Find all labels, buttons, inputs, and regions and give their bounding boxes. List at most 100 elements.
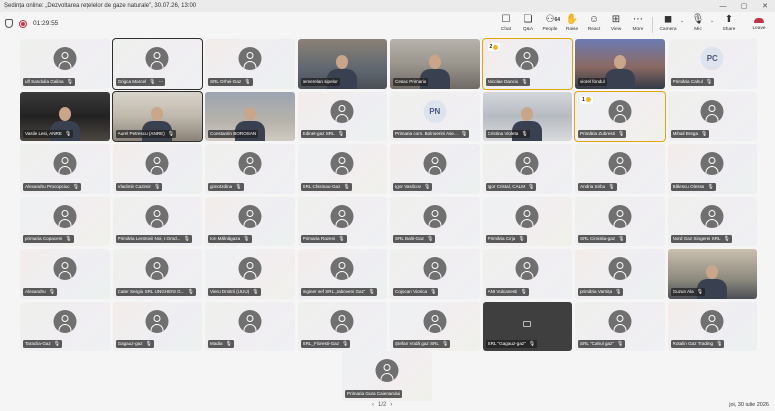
avatar [423,257,447,280]
page-indicator: 1/2 [378,402,387,408]
participant-tile[interactable]: ANI Vulcanesti 🎙 [482,249,572,299]
view-button[interactable]: ⊞ View [604,14,628,36]
react-button[interactable]: ☺ React [582,14,606,36]
participant-more-icon[interactable]: ··· [158,78,163,86]
mic-button[interactable]: 🎙 Mic [686,14,710,36]
participant-tile[interactable]: temerelan sipelor [297,39,387,89]
mic-muted-icon: 🎙 [528,183,535,190]
participant-tile[interactable]: Primaria Razeni 🎙 [297,196,387,246]
participant-tile[interactable]: SRL "Gagauz-gaz" 🎙 [482,301,572,351]
avatar [423,309,447,333]
participant-tile[interactable]: Grigca Marcel 🎙 ··· [111,38,203,90]
participant-tile[interactable]: Gagauz-gaz 🎙 [112,301,202,351]
participant-tile[interactable]: SRL "Cahul gaz" 🎙 [575,301,665,351]
participant-tile[interactable]: 1 Primăria Zubresti 🎙 [574,90,666,142]
participant-tile[interactable]: 2 Nicolae Danciu 🎙 [481,38,573,90]
avatar [330,99,354,123]
avatar [515,257,539,280]
participant-tile[interactable]: Constantin BOROSAN [205,91,295,141]
participant-tile[interactable]: SRL Orhei-Gaz 🎙 [205,39,295,89]
participant-tile[interactable]: Guzun Ala 🎙 [667,249,757,299]
participant-tile[interactable]: Vladimir Cazimir 🎙 [112,144,202,194]
prev-page-button[interactable]: ‹ [372,402,374,408]
participant-tile[interactable]: Andria Sirbu 🎙 [575,144,665,194]
participant-tile[interactable]: Aurel Petrescu (ANRE) 🎙 [111,90,203,142]
participant-tile[interactable]: Igor Cristal, CALM 🎙 [482,144,572,194]
restore-button[interactable]: ▢ [734,0,754,12]
participant-tile[interactable]: Nord Gaz Singerei SRL 🎙 [667,196,757,246]
participant-name: Alexandru [25,288,46,294]
leave-button[interactable]: Leave [747,14,771,36]
avatar [330,257,354,280]
chat-button[interactable]: ☐ Chat [494,14,518,36]
participant-tile[interactable]: Bălescu Olessa 🎙 [667,144,757,194]
participant-tile[interactable]: gimotzdina 🎙 [205,144,295,194]
participant-tile[interactable]: SRL Balti-Gaz 🎙 [390,196,480,246]
participant-tile[interactable]: ufl Sandulia Galina 🎙 [20,39,110,89]
more-label: More [632,27,644,32]
participant-tile[interactable]: SRL Chisinau-Gaz 🎙 [297,144,387,194]
participant-tile[interactable]: Cristina Violeta 🎙 [482,91,572,141]
share-button[interactable]: ⬆ Share [717,14,741,36]
mic-muted-icon: 🎙 [66,78,73,85]
participant-name: Cristina Violeta [487,131,519,136]
participant-tile[interactable]: primăria Varnița 🎙 [575,249,665,299]
camera-button[interactable]: ◼ Camera [656,14,680,36]
camera-options-chevron-down-icon[interactable]: ⌄ [680,18,684,24]
participant-tile[interactable]: Cesac Primaria [390,39,480,89]
participant-name-tag: Cesac Primaria [393,77,429,86]
mic-muted-icon: 🎙 [48,288,56,295]
mic-muted-icon: 🎙 [343,183,350,190]
participant-name-tag: Cater Sergiu SRL UNGHENI G... 🎙 [115,287,196,296]
participant-tile[interactable]: primaria Copaceni 🎙 [20,196,110,246]
participant-tile[interactable]: Vieru Dmitrii (UUU) 🎙 [205,249,295,299]
avatar [515,47,539,70]
raise-hand-button[interactable]: ✋ Raise [560,14,584,36]
participant-name-tag: Inginer sef SRL „Iaboveni Gaz” 🎙 [300,287,377,296]
participant-tile[interactable]: viorel fondul [575,39,665,89]
participant-tile[interactable]: SRL_Floresti-Gaz 🎙 [297,301,387,351]
participant-tile[interactable]: Primăria Lentrovii Noi, r.Orod... 🎙 [112,196,202,246]
qa-button[interactable]: ❏ Q&A [516,14,540,36]
participant-tile[interactable]: Edinet-gaz SRL 🎙 [297,91,387,141]
participant-tile[interactable]: Primăria Cirja 🎙 [482,196,572,246]
grid-view-icon: ⊞ [611,14,621,25]
participant-tile[interactable]: Ion Mălnăgaza 🎙 [205,196,295,246]
more-button[interactable]: ⋯ More [626,14,650,36]
participant-name-tag: Primaria Razeni 🎙 [300,235,347,243]
participant-tile[interactable]: Primaria Gura Caienarului [342,351,432,401]
participant-tile[interactable]: Taraclia-Gaz 🎙 [20,301,110,351]
participant-name-tag: SRL "Gagauz-gaz" 🎙 [485,340,538,348]
next-page-button[interactable]: › [390,402,392,408]
participant-tile[interactable]: Madia 🎙 [205,301,295,351]
date-display: joi, 30 iulie 2026 [729,402,769,408]
people-button[interactable]: ⚇ 64 People [538,14,562,36]
avatar [145,309,169,333]
participant-tile[interactable]: Mihail Brega 🎙 [667,91,757,141]
participant-tile[interactable]: Inginer sef SRL „Iaboveni Gaz” 🎙 [297,249,387,299]
participant-tile[interactable]: Cojocan Viorica 🎙 [390,249,480,299]
participant-tile[interactable]: Vasile Lesi, ANRE 🎙 [20,91,110,141]
participant-tile[interactable]: SRL Cimislia-gaz 🎙 [575,196,665,246]
participant-tile[interactable]: Rotalin Gaz Trading 🎙 [667,301,757,351]
participant-tile[interactable]: Ștefan Vodă gaz SRL 🎙 [390,301,480,351]
close-window-button[interactable]: ✕ [755,0,775,12]
participant-tile[interactable]: PN Primaria com. Bolnoerini Ase... 🎙 [390,91,480,141]
mic-options-chevron-down-icon[interactable]: ⌄ [710,18,714,24]
participant-tile[interactable]: Igor Vasilcov 🎙 [390,144,480,194]
participant-tile[interactable]: PC Primăria Cahul 🎙 [667,39,757,89]
avatar [53,47,77,70]
participant-name: Igor Cristal, CALM [487,183,526,189]
mic-muted-icon: 🎙 [528,341,536,347]
avatar [330,152,354,175]
meeting-timer: 01:29:55 [33,20,59,27]
participant-name: viorel fondul [580,78,605,84]
participant-tile[interactable]: Cater Sergiu SRL UNGHENI G... 🎙 [112,249,202,299]
participant-tile[interactable]: Alexandru Procopciuc 🎙 [20,144,110,194]
participant-name: Ion Mălnăgaza [210,236,241,241]
participant-tile[interactable]: Alexandru 🎙 [20,249,110,299]
participant-name-tag: primăria Varnița 🎙 [578,287,624,296]
participant-name-tag: Vieru Dmitrii (UUU) 🎙 [208,287,261,296]
minimize-button[interactable]: — [713,0,733,12]
mic-muted-icon: 🎙 [518,236,525,242]
